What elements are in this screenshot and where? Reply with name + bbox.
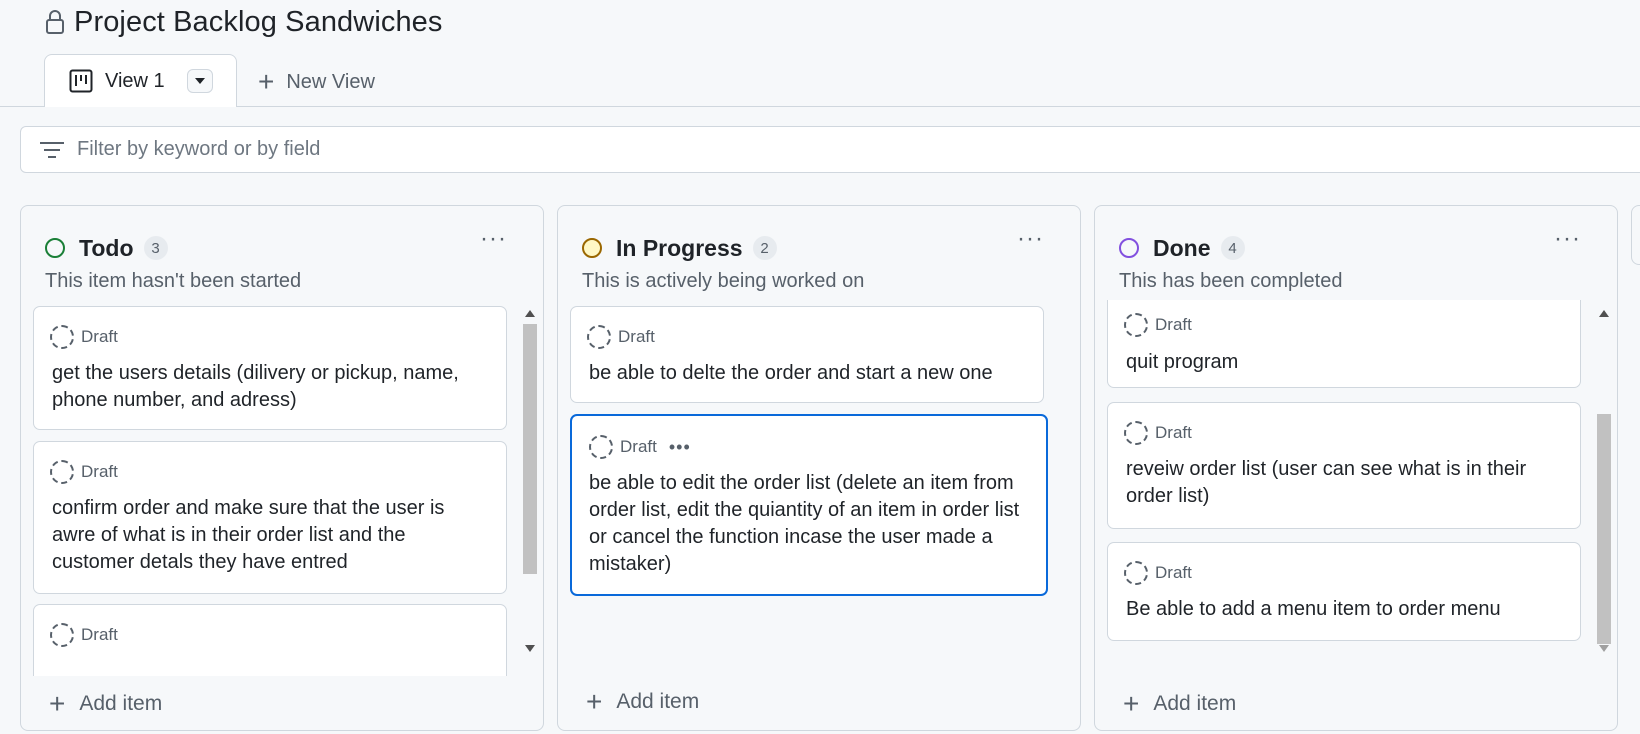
card[interactable]: Draft quit program bbox=[1107, 300, 1581, 388]
column-title: Todo bbox=[79, 234, 134, 261]
tab-view-1-label: View 1 bbox=[105, 69, 165, 92]
card[interactable]: Draft be able to delte the order and sta… bbox=[570, 306, 1044, 403]
plus-icon: + bbox=[49, 688, 66, 719]
column-menu-icon[interactable]: ··· bbox=[1017, 227, 1044, 251]
scrollbar-thumb[interactable] bbox=[523, 324, 537, 574]
item-count-badge: 4 bbox=[1220, 236, 1245, 260]
column-scrollbar[interactable] bbox=[1595, 306, 1613, 656]
cards-list: Draft get the users details (dilivery or… bbox=[33, 306, 513, 676]
status-circle-icon bbox=[582, 238, 602, 258]
plus-icon: + bbox=[1123, 688, 1140, 719]
status-circle-icon bbox=[45, 238, 65, 258]
card-selected[interactable]: Draft ••• be able to edit the order list … bbox=[570, 414, 1048, 596]
card-title[interactable]: be able to delte the order and start a n… bbox=[589, 360, 1025, 387]
add-item-label: Add item bbox=[1153, 692, 1237, 715]
add-item-label: Add item bbox=[616, 690, 700, 713]
view-options-dropdown[interactable] bbox=[186, 69, 213, 93]
card-title[interactable]: confirm order and make sure that the use… bbox=[52, 495, 488, 576]
card-title[interactable]: Be able to add a menu item to order menu bbox=[1126, 596, 1562, 623]
card[interactable]: Draft bbox=[33, 604, 507, 676]
card-title[interactable]: get the users details (dilivery or picku… bbox=[52, 360, 488, 414]
plus-icon: + bbox=[258, 66, 275, 97]
filter-input[interactable]: Filter by keyword or by field bbox=[20, 126, 1640, 173]
cards-list: Draft be able to delte the order and sta… bbox=[570, 306, 1060, 676]
plus-icon: + bbox=[586, 686, 603, 717]
column-partial bbox=[1631, 205, 1640, 265]
column-description: This is actively being worked on bbox=[582, 270, 865, 292]
column-title: In Progress bbox=[616, 234, 743, 261]
card-status: Draft bbox=[81, 327, 118, 346]
draft-icon bbox=[1124, 421, 1148, 445]
column-header: Todo 3 bbox=[45, 228, 168, 268]
column-description: This item hasn't been started bbox=[45, 270, 302, 292]
filter-placeholder: Filter by keyword or by field bbox=[77, 138, 321, 160]
column-description: This has been completed bbox=[1119, 270, 1343, 292]
card-status: Draft bbox=[618, 327, 655, 346]
column-scrollbar[interactable] bbox=[521, 306, 539, 656]
draft-icon bbox=[589, 435, 613, 459]
card-title[interactable]: be able to edit the order list (delete a… bbox=[589, 470, 1028, 578]
card-status: Draft bbox=[81, 625, 118, 644]
column-title: Done bbox=[1153, 234, 1211, 261]
card[interactable]: Draft get the users details (dilivery or… bbox=[33, 306, 507, 430]
board-icon bbox=[69, 69, 93, 93]
status-circle-icon bbox=[1119, 238, 1139, 258]
scroll-down-icon[interactable] bbox=[1599, 645, 1609, 652]
lock-icon bbox=[46, 10, 64, 34]
column-menu-icon[interactable]: ··· bbox=[1554, 227, 1581, 251]
card-status: Draft bbox=[1155, 423, 1192, 442]
scroll-up-icon[interactable] bbox=[525, 310, 535, 317]
column-menu-icon[interactable]: ··· bbox=[480, 227, 507, 251]
item-count-badge: 3 bbox=[143, 236, 168, 260]
draft-icon bbox=[50, 623, 74, 647]
add-item-label: Add item bbox=[79, 692, 163, 715]
new-view-button[interactable]: + New View bbox=[258, 64, 375, 100]
add-item-button[interactable]: + Add item bbox=[49, 686, 162, 722]
draft-icon bbox=[1124, 561, 1148, 585]
card[interactable]: Draft reveiw order list (user can see wh… bbox=[1107, 402, 1581, 529]
item-count-badge: 2 bbox=[752, 236, 777, 260]
column-in-progress: In Progress 2 ··· This is actively being… bbox=[557, 205, 1081, 731]
column-todo: Todo 3 ··· This item hasn't been started… bbox=[20, 205, 544, 731]
triangle-down-icon bbox=[194, 78, 205, 84]
card-title[interactable]: reveiw order list (user can see what is … bbox=[1126, 456, 1562, 510]
card-status: Draft bbox=[81, 462, 118, 481]
cards-list: Draft quit program Draft reveiw order li… bbox=[1107, 300, 1587, 656]
tab-view-1[interactable]: View 1 bbox=[44, 54, 237, 107]
add-item-button[interactable]: + Add item bbox=[1123, 686, 1236, 722]
card-status: Draft bbox=[1155, 315, 1192, 334]
new-view-label: New View bbox=[286, 70, 375, 93]
card-status: Draft bbox=[620, 437, 657, 456]
scroll-up-icon[interactable] bbox=[1599, 310, 1609, 317]
draft-icon bbox=[50, 460, 74, 484]
scroll-down-icon[interactable] bbox=[525, 645, 535, 652]
card[interactable]: Draft Be able to add a menu item to orde… bbox=[1107, 542, 1581, 641]
column-done: Done 4 ··· This has been completed Draft… bbox=[1094, 205, 1618, 731]
card-title[interactable]: quit program bbox=[1126, 349, 1562, 376]
tabs-divider bbox=[0, 106, 1640, 107]
column-header: Done 4 bbox=[1119, 228, 1245, 268]
card-menu-icon[interactable]: ••• bbox=[669, 437, 691, 458]
draft-icon bbox=[50, 325, 74, 349]
add-item-button[interactable]: + Add item bbox=[586, 684, 699, 720]
filter-icon bbox=[40, 141, 64, 158]
card-status: Draft bbox=[1155, 563, 1192, 582]
page-title: Project Backlog Sandwiches bbox=[74, 5, 443, 38]
draft-icon bbox=[587, 325, 611, 349]
scrollbar-thumb[interactable] bbox=[1597, 414, 1611, 644]
project-header: Project Backlog Sandwiches bbox=[44, 2, 443, 42]
card[interactable]: Draft confirm order and make sure that t… bbox=[33, 441, 507, 594]
draft-icon bbox=[1124, 313, 1148, 337]
column-header: In Progress 2 bbox=[582, 228, 777, 268]
